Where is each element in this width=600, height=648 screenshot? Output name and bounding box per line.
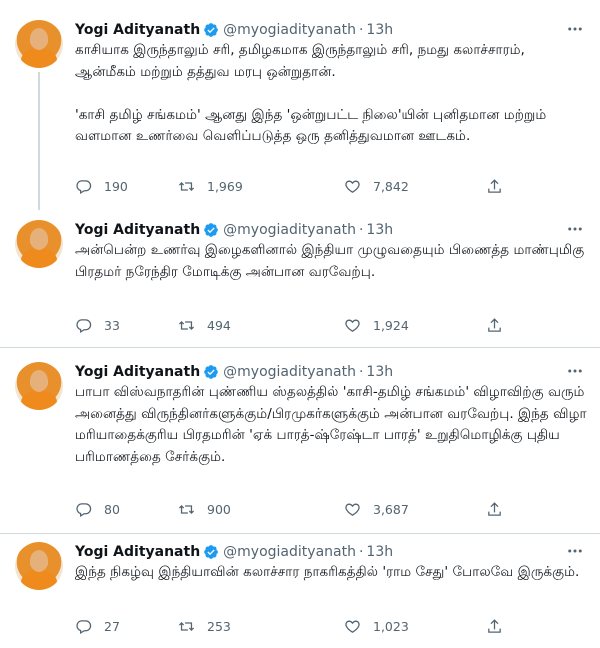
reply-count: 27 <box>104 619 120 634</box>
like-button[interactable]: 3,687 <box>344 501 409 518</box>
tweet[interactable]: Yogi Adityanath @myogiadityanath · 13h அ… <box>0 210 600 348</box>
reply-icon <box>76 503 92 518</box>
tweet[interactable]: Yogi Adityanath @myogiadityanath · 13h ப… <box>0 348 600 534</box>
author-name[interactable]: Yogi Adityanath <box>75 543 200 561</box>
timestamp[interactable]: 13h <box>366 221 393 239</box>
more-icon[interactable] <box>566 220 584 238</box>
tweet[interactable]: Yogi Adityanath @myogiadityanath · 13h க… <box>0 0 600 210</box>
tweet-actions: 33 494 1,924 <box>75 317 515 335</box>
retweet-icon <box>178 505 195 514</box>
share-button[interactable] <box>486 178 503 195</box>
author-name[interactable]: Yogi Adityanath <box>75 21 200 39</box>
retweet-button[interactable]: 494 <box>178 317 231 334</box>
share-icon <box>488 502 501 516</box>
retweet-button[interactable]: 1,969 <box>178 178 243 195</box>
reply-button[interactable]: 80 <box>75 501 120 518</box>
timestamp[interactable]: 13h <box>366 21 393 39</box>
tweet-header: Yogi Adityanath @myogiadityanath · 13h <box>75 21 393 39</box>
like-icon <box>345 620 360 633</box>
retweet-count: 494 <box>207 318 231 333</box>
avatar[interactable] <box>15 542 63 590</box>
verified-badge-icon <box>204 365 219 379</box>
like-icon <box>345 180 360 193</box>
thread-connector-line <box>38 72 40 210</box>
share-icon <box>488 619 501 633</box>
reply-button[interactable]: 190 <box>75 178 128 195</box>
author-name[interactable]: Yogi Adityanath <box>75 221 200 239</box>
reply-icon <box>76 319 92 334</box>
retweet-count: 900 <box>207 502 231 517</box>
author-handle[interactable]: @myogiadityanath <box>223 363 356 381</box>
retweet-button[interactable]: 253 <box>178 618 231 635</box>
retweet-count: 253 <box>207 619 231 634</box>
reply-button[interactable]: 33 <box>75 317 120 334</box>
retweet-icon <box>178 321 195 330</box>
verified-badge-icon <box>204 223 219 237</box>
author-handle[interactable]: @myogiadityanath <box>223 21 356 39</box>
like-icon <box>345 319 360 332</box>
tweet-text: பாபா விஸ்வநாதரின் புண்ணிய ஸ்தலத்தில் 'கா… <box>75 384 591 465</box>
like-count: 7,842 <box>373 179 409 194</box>
tweet-header: Yogi Adityanath @myogiadityanath · 13h <box>75 363 393 381</box>
share-button[interactable] <box>486 501 503 518</box>
retweet-button[interactable]: 900 <box>178 501 231 518</box>
like-icon <box>345 503 360 516</box>
tweet-text: இந்த நிகழ்வு இந்தியாவின் கலாச்சார நாகரிக… <box>75 564 580 580</box>
retweet-count: 1,969 <box>207 179 243 194</box>
separator-dot: · <box>358 222 364 238</box>
like-count: 3,687 <box>373 502 409 517</box>
tweet-actions: 80 900 3,687 <box>75 501 515 519</box>
retweet-icon <box>178 622 195 631</box>
reply-button[interactable]: 27 <box>75 618 120 635</box>
reply-icon <box>76 620 92 635</box>
like-button[interactable]: 1,924 <box>344 317 409 334</box>
like-count: 1,924 <box>373 318 409 333</box>
timestamp[interactable]: 13h <box>366 543 393 561</box>
share-button[interactable] <box>486 317 503 334</box>
reply-count: 80 <box>104 502 120 517</box>
tweet[interactable]: Yogi Adityanath @myogiadityanath · 13h இ… <box>0 534 600 648</box>
reply-count: 190 <box>104 179 128 194</box>
author-handle[interactable]: @myogiadityanath <box>223 221 356 239</box>
like-count: 1,023 <box>373 619 409 634</box>
reply-icon <box>76 180 92 195</box>
share-icon <box>488 179 501 193</box>
tweet-header: Yogi Adityanath @myogiadityanath · 13h <box>75 543 393 561</box>
tweet-thread: Yogi Adityanath @myogiadityanath · 13h க… <box>0 0 600 648</box>
tweet-actions: 27 253 1,023 <box>75 618 515 636</box>
separator-dot: · <box>358 544 364 560</box>
like-button[interactable]: 7,842 <box>344 178 409 195</box>
avatar[interactable] <box>15 362 63 410</box>
avatar[interactable] <box>15 220 63 268</box>
timestamp[interactable]: 13h <box>366 363 393 381</box>
more-icon[interactable] <box>566 20 584 38</box>
separator-dot: · <box>358 364 364 380</box>
reply-count: 33 <box>104 318 120 333</box>
avatar[interactable] <box>15 20 63 68</box>
share-icon <box>488 318 501 332</box>
more-icon[interactable] <box>566 362 584 380</box>
tweet-actions: 190 1,969 7,842 <box>75 178 515 196</box>
retweet-icon <box>178 182 195 191</box>
author-handle[interactable]: @myogiadityanath <box>223 543 356 561</box>
author-name[interactable]: Yogi Adityanath <box>75 363 200 381</box>
tweet-text: காசியாக இருந்தாலும் சரி, தமிழகமாக இருந்த… <box>75 42 547 144</box>
more-icon[interactable] <box>566 542 584 560</box>
verified-badge-icon <box>204 545 219 559</box>
verified-badge-icon <box>204 23 219 37</box>
tweet-text: அன்பென்ற உணர்வு இழைகளினால் இந்தியா முழுவ… <box>75 242 589 280</box>
separator-dot: · <box>358 22 364 38</box>
share-button[interactable] <box>486 618 503 635</box>
tweet-header: Yogi Adityanath @myogiadityanath · 13h <box>75 221 393 239</box>
like-button[interactable]: 1,023 <box>344 618 409 635</box>
